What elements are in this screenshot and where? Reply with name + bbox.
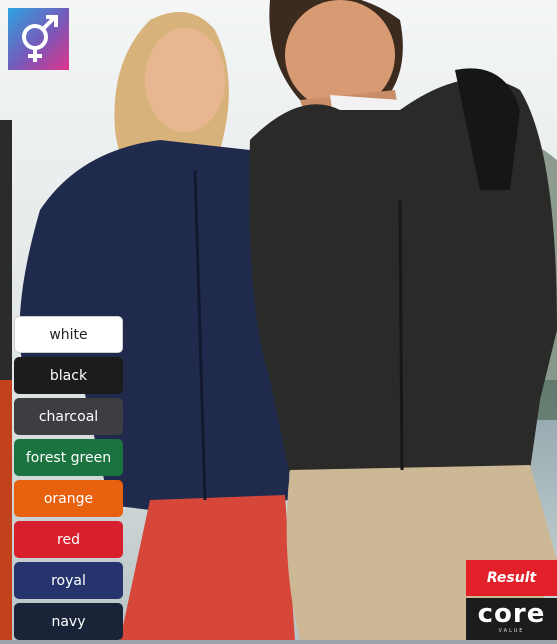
swatch-red[interactable]: red xyxy=(14,521,123,558)
swatch-charcoal[interactable]: charcoal xyxy=(14,398,123,435)
swatch-orange[interactable]: orange xyxy=(14,480,123,517)
core-logo-text: core xyxy=(477,599,546,629)
swatch-navy[interactable]: navy xyxy=(14,603,123,640)
male-female-symbol-icon xyxy=(21,15,58,62)
swatch-forest-green[interactable]: forest green xyxy=(14,439,123,476)
colour-swatch-list: white black charcoal forest green orange… xyxy=(14,316,123,644)
swatch-black[interactable]: black xyxy=(14,357,123,394)
unisex-badge xyxy=(8,8,69,70)
swatch-royal[interactable]: royal xyxy=(14,562,123,599)
core-brand-logo: core VALUE xyxy=(466,598,557,640)
swatch-white[interactable]: white xyxy=(14,316,123,353)
result-brand-logo: Result xyxy=(466,560,557,596)
